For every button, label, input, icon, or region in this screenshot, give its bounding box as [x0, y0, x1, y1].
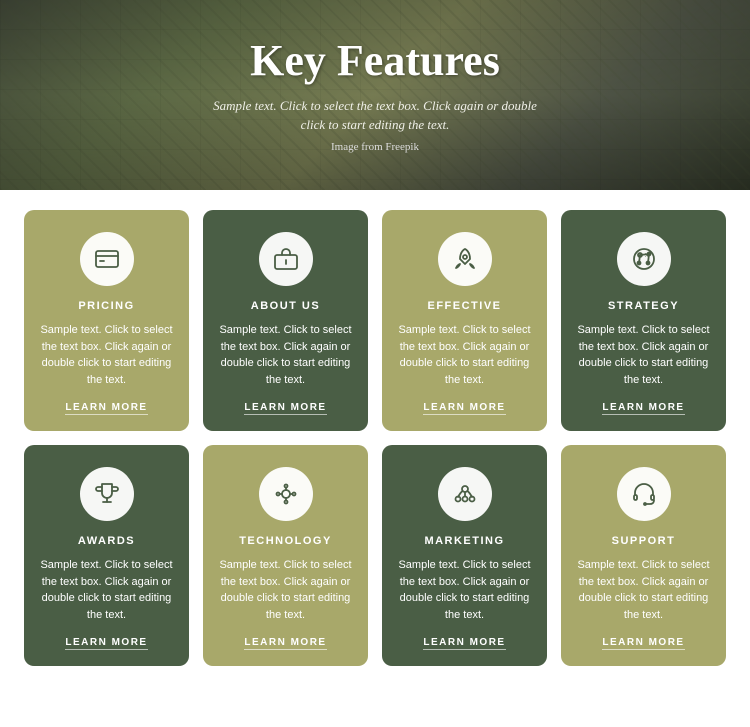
hero-credit: Image from Freepik [205, 141, 545, 153]
card-pricing: PRICING Sample text. Click to select the… [24, 210, 189, 431]
card-link-effective[interactable]: LEARN MORE [423, 402, 505, 415]
card-support: SUPPORT Sample text. Click to select the… [561, 445, 726, 666]
card-link-pricing[interactable]: LEARN MORE [65, 402, 147, 415]
support-icon [617, 467, 671, 521]
card-about-us: ABOUT US Sample text. Click to select th… [203, 210, 368, 431]
hero-title: Key Features [205, 37, 545, 85]
card-link-about-us[interactable]: LEARN MORE [244, 402, 326, 415]
card-title-effective: EFFECTIVE [427, 300, 501, 312]
card-link-technology[interactable]: LEARN MORE [244, 637, 326, 650]
card-text-marketing: Sample text. Click to select the text bo… [396, 557, 533, 623]
card-text-technology: Sample text. Click to select the text bo… [217, 557, 354, 623]
marketing-icon [438, 467, 492, 521]
card-link-marketing[interactable]: LEARN MORE [423, 637, 505, 650]
trophy-icon [80, 467, 134, 521]
card-effective: EFFECTIVE Sample text. Click to select t… [382, 210, 547, 431]
card-strategy: X STRATEGY Sample text. Click to select … [561, 210, 726, 431]
rocket-icon [438, 232, 492, 286]
card-title-strategy: STRATEGY [608, 300, 679, 312]
hero-section: Key Features Sample text. Click to selec… [0, 0, 750, 190]
card-awards: AWARDS Sample text. Click to select the … [24, 445, 189, 666]
briefcase-icon [259, 232, 313, 286]
card-title-about-us: ABOUT US [251, 300, 320, 312]
technology-icon [259, 467, 313, 521]
card-link-awards[interactable]: LEARN MORE [65, 637, 147, 650]
card-text-about-us: Sample text. Click to select the text bo… [217, 322, 354, 388]
card-text-effective: Sample text. Click to select the text bo… [396, 322, 533, 388]
card-text-awards: Sample text. Click to select the text bo… [38, 557, 175, 623]
card-link-support[interactable]: LEARN MORE [602, 637, 684, 650]
hero-subtitle: Sample text. Click to select the text bo… [205, 96, 545, 135]
card-marketing: MARKETING Sample text. Click to select t… [382, 445, 547, 666]
card-text-support: Sample text. Click to select the text bo… [575, 557, 712, 623]
card-title-awards: AWARDS [78, 535, 135, 547]
card-title-technology: TECHNOLOGY [239, 535, 332, 547]
card-title-marketing: MARKETING [424, 535, 504, 547]
hero-content: Key Features Sample text. Click to selec… [185, 17, 565, 172]
card-link-strategy[interactable]: LEARN MORE [602, 402, 684, 415]
cards-grid: PRICING Sample text. Click to select the… [24, 210, 726, 666]
pricing-icon [80, 232, 134, 286]
card-text-pricing: Sample text. Click to select the text bo… [38, 322, 175, 388]
card-title-support: SUPPORT [612, 535, 676, 547]
card-technology: TECHNOLOGY Sample text. Click to select … [203, 445, 368, 666]
strategy-icon: X [617, 232, 671, 286]
cards-section: PRICING Sample text. Click to select the… [0, 190, 750, 690]
card-title-pricing: PRICING [78, 300, 134, 312]
card-text-strategy: Sample text. Click to select the text bo… [575, 322, 712, 388]
